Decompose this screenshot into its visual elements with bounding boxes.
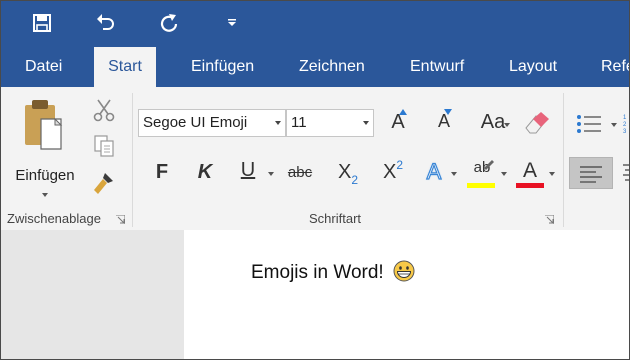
bullet-list-icon xyxy=(577,115,601,133)
font-color-button[interactable]: A xyxy=(516,159,544,191)
tab-datei[interactable]: Datei xyxy=(25,45,62,87)
clipboard-dialog-launcher-icon[interactable] xyxy=(116,215,125,224)
superscript-button[interactable]: X2 xyxy=(380,158,406,189)
highlighter-pen-icon xyxy=(484,160,494,170)
underline-dropdown-arrow[interactable] xyxy=(268,172,274,176)
grinning-emoji-icon xyxy=(393,260,415,282)
bullets-dropdown-arrow[interactable] xyxy=(611,123,617,127)
document-text: Emojis in Word! xyxy=(251,262,384,283)
shrink-font-button[interactable]: A xyxy=(433,109,455,137)
text-effects-dropdown-arrow[interactable] xyxy=(451,172,457,176)
copy-icon xyxy=(94,135,114,157)
cut-icon xyxy=(93,99,115,122)
underline-button[interactable]: U xyxy=(239,159,257,182)
svg-text:1: 1 xyxy=(623,115,627,121)
quick-access-toolbar xyxy=(1,1,629,45)
font-color-dropdown-arrow[interactable] xyxy=(549,172,555,176)
copy-button[interactable] xyxy=(91,133,117,159)
font-dialog-launcher-icon[interactable] xyxy=(545,215,554,224)
font-group-label: Schriftart xyxy=(309,211,362,226)
text-effects-button[interactable]: A xyxy=(423,158,445,185)
tab-referenzen[interactable]: Refe xyxy=(601,45,629,87)
tab-layout[interactable]: Layout xyxy=(509,45,557,87)
tab-start[interactable]: Start xyxy=(94,47,156,87)
change-case-dropdown-arrow[interactable] xyxy=(504,123,510,127)
svg-text:3: 3 xyxy=(623,129,627,135)
redo-button[interactable] xyxy=(152,7,186,39)
font-size-dropdown-arrow[interactable] xyxy=(363,121,369,125)
font-color-label: A xyxy=(522,159,537,182)
align-center-icon xyxy=(623,164,629,181)
superscript-mark: 2 xyxy=(396,158,404,172)
tab-entwurf[interactable]: Entwurf xyxy=(410,45,464,87)
paste-icon xyxy=(25,100,63,150)
subscript-mark: 2 xyxy=(351,173,359,187)
font-name-combo[interactable]: Segoe UI Emoji xyxy=(138,109,286,137)
highlight-dropdown-arrow[interactable] xyxy=(501,172,507,176)
shrink-font-icon xyxy=(444,109,452,115)
group-separator xyxy=(563,93,564,227)
clipboard-group-label: Zwischenablage xyxy=(7,211,101,226)
font-name-dropdown-arrow[interactable] xyxy=(275,121,281,125)
format-painter-icon xyxy=(94,173,113,194)
paste-button[interactable]: Einfügen xyxy=(11,95,79,205)
numbering-button[interactable]: 1 2 3 xyxy=(621,111,629,137)
svg-text:2: 2 xyxy=(623,122,627,128)
bullets-button[interactable] xyxy=(575,111,609,137)
font-size-combo[interactable]: 11 xyxy=(286,109,374,137)
save-button[interactable] xyxy=(25,7,59,39)
word-window: Datei Start Einfügen Zeichnen Entwurf La… xyxy=(0,0,630,360)
italic-button[interactable]: K xyxy=(196,161,214,184)
cut-button[interactable] xyxy=(91,97,117,123)
superscript-label: X xyxy=(382,161,397,183)
strikethrough-button[interactable]: abc xyxy=(285,164,315,181)
align-center-button[interactable] xyxy=(621,161,629,185)
group-separator xyxy=(132,93,133,227)
redo-icon xyxy=(160,14,178,32)
save-icon xyxy=(33,14,51,32)
document-left-margin xyxy=(1,230,184,359)
grow-font-button[interactable]: A xyxy=(387,109,409,137)
align-left-button[interactable] xyxy=(569,157,613,189)
ribbon-tabs: Datei Start Einfügen Zeichnen Entwurf La… xyxy=(1,45,629,87)
subscript-label: X xyxy=(337,161,352,183)
numbered-list-icon: 1 2 3 xyxy=(623,115,627,135)
subscript-button[interactable]: X2 xyxy=(335,161,361,189)
customize-qat-button[interactable] xyxy=(215,7,249,39)
paste-label: Einfügen xyxy=(15,167,75,184)
document-text-line[interactable]: Emojis in Word! xyxy=(251,260,415,284)
font-size-value: 11 xyxy=(291,114,307,131)
grow-font-icon xyxy=(399,109,407,115)
bold-button[interactable]: F xyxy=(153,161,171,184)
tab-einfuegen[interactable]: Einfügen xyxy=(191,45,254,87)
paste-dropdown-arrow xyxy=(42,193,48,197)
customize-qat-icon xyxy=(228,19,236,26)
format-painter-button[interactable] xyxy=(91,171,117,197)
highlight-color-bar xyxy=(467,183,495,188)
document-page[interactable] xyxy=(184,230,629,359)
undo-icon xyxy=(97,14,114,30)
highlight-button[interactable]: ab xyxy=(467,159,497,191)
font-name-value: Segoe UI Emoji xyxy=(143,114,248,131)
undo-button[interactable] xyxy=(88,7,122,39)
clear-formatting-button[interactable] xyxy=(522,109,550,137)
align-left-icon xyxy=(580,166,602,183)
font-color-bar xyxy=(516,183,544,188)
change-case-label: Aa xyxy=(480,111,506,133)
eraser-icon xyxy=(525,112,549,134)
tab-zeichnen[interactable]: Zeichnen xyxy=(299,45,365,87)
ribbon: Einfügen Zwischenablage Segoe UI Emoji 1… xyxy=(1,87,629,231)
